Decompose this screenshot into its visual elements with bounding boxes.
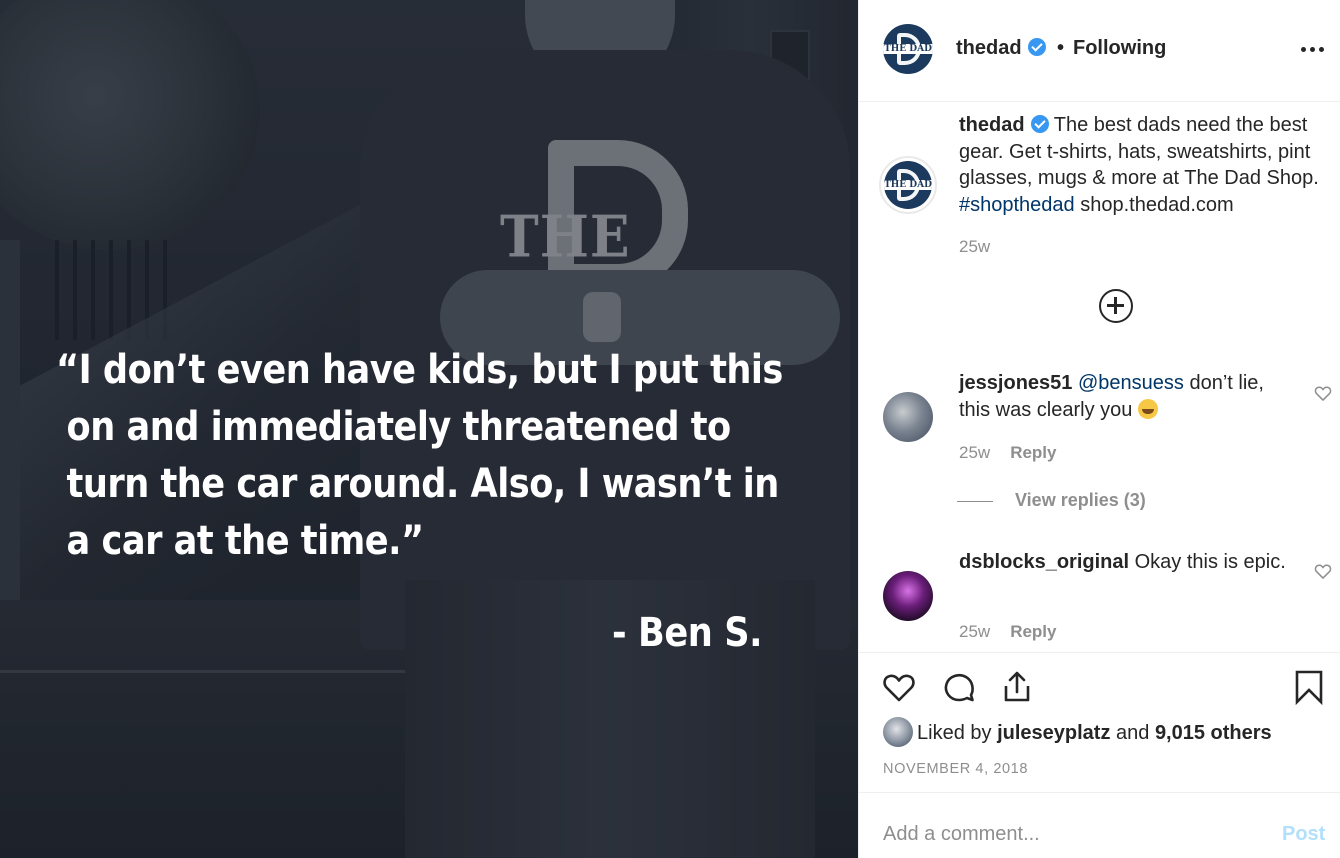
- like-comment-heart-icon[interactable]: [1313, 383, 1333, 403]
- quote-line: on and immediately threatened to: [66, 404, 732, 450]
- avatar-logo-text: THE DAD: [883, 44, 933, 54]
- comment-text: dsblocks_original Okay this is epic.: [959, 549, 1289, 576]
- quote-line: “I don’t even have kids, but I put this: [56, 347, 783, 393]
- quote-line: turn the car around. Also, I wasn’t in: [66, 461, 780, 507]
- likes-middle: and: [1110, 722, 1155, 744]
- share-icon[interactable]: [999, 669, 1035, 705]
- comment-input[interactable]: Add a comment...: [883, 823, 1040, 846]
- verified-badge-icon: [1027, 38, 1046, 56]
- mention-link[interactable]: @bensuess: [1078, 372, 1184, 394]
- laughing-emoji-icon: [1137, 398, 1158, 419]
- avatar-logo-text: THE DAD: [884, 180, 932, 190]
- commenter-avatar[interactable]: [883, 392, 933, 442]
- username-text[interactable]: thedad: [956, 37, 1022, 59]
- reply-button[interactable]: Reply: [1010, 622, 1056, 641]
- header-username[interactable]: thedad: [956, 37, 1046, 60]
- caption-username[interactable]: thedad: [959, 114, 1025, 136]
- quote-line: a car at the time.”: [66, 518, 425, 564]
- comment-text: jessjones51 @bensuess don’t lie, this wa…: [959, 370, 1289, 423]
- post-actions: Liked by juleseyplatz and 9,015 others N…: [859, 652, 1340, 792]
- post-image[interactable]: THE DAD “I don’t even have kids, but I p…: [0, 0, 858, 858]
- like-heart-icon[interactable]: [881, 669, 917, 705]
- profile-avatar[interactable]: THE DAD: [883, 24, 933, 74]
- comment-username[interactable]: jessjones51: [959, 372, 1072, 394]
- view-replies-label[interactable]: View replies (3): [1015, 490, 1146, 510]
- load-more-comments-icon[interactable]: [1099, 289, 1133, 323]
- caption-timestamp[interactable]: 25w: [959, 237, 990, 257]
- likes-summary: Liked by juleseyplatz and 9,015 others: [883, 717, 1272, 747]
- comment-body: Okay this is epic.: [1129, 551, 1286, 573]
- commenter-avatar[interactable]: [883, 571, 933, 621]
- comment-timestamp[interactable]: 25w: [959, 443, 990, 462]
- reply-button[interactable]: Reply: [1010, 443, 1056, 462]
- more-options-icon[interactable]: [1299, 38, 1329, 58]
- comment-meta: 25w Reply: [959, 622, 1056, 642]
- liker-avatar[interactable]: [883, 717, 913, 747]
- likes-prefix: Liked by: [917, 722, 998, 744]
- view-replies-button[interactable]: View replies (3): [957, 490, 1146, 511]
- like-comment-heart-icon[interactable]: [1313, 561, 1333, 581]
- caption-avatar-ring[interactable]: THE DAD: [879, 156, 937, 214]
- header-separator: •: [1057, 37, 1065, 59]
- liker-username[interactable]: juleseyplatz: [997, 722, 1110, 744]
- following-button[interactable]: Following: [1073, 37, 1166, 60]
- caption-avatar[interactable]: THE DAD: [884, 161, 932, 209]
- post-comment-button[interactable]: Post: [1282, 823, 1325, 846]
- hashtag-link[interactable]: #shopthedad: [959, 194, 1075, 216]
- quote-attribution: - Ben S.: [612, 610, 763, 656]
- quote-text: “I don’t even have kids, but I put this …: [56, 342, 783, 570]
- save-bookmark-icon[interactable]: [1291, 669, 1327, 705]
- caption-text: thedad The best dads need the best gear.…: [959, 112, 1331, 218]
- comment-username[interactable]: dsblocks_original: [959, 551, 1129, 573]
- post-sidebar: THE DAD thedad • Following THE DAD theda…: [858, 0, 1340, 858]
- verified-badge-icon: [1030, 115, 1049, 133]
- post-date[interactable]: NOVEMBER 4, 2018: [883, 761, 1028, 777]
- caption-url: shop.thedad.com: [1074, 193, 1234, 216]
- comment-bubble-icon[interactable]: [941, 669, 977, 705]
- comment-timestamp[interactable]: 25w: [959, 622, 990, 641]
- add-comment-bar: Add a comment... Post: [859, 792, 1340, 858]
- comment-meta: 25w Reply: [959, 443, 1056, 463]
- post-header: THE DAD thedad • Following: [859, 0, 1340, 102]
- likes-count[interactable]: 9,015 others: [1155, 722, 1272, 744]
